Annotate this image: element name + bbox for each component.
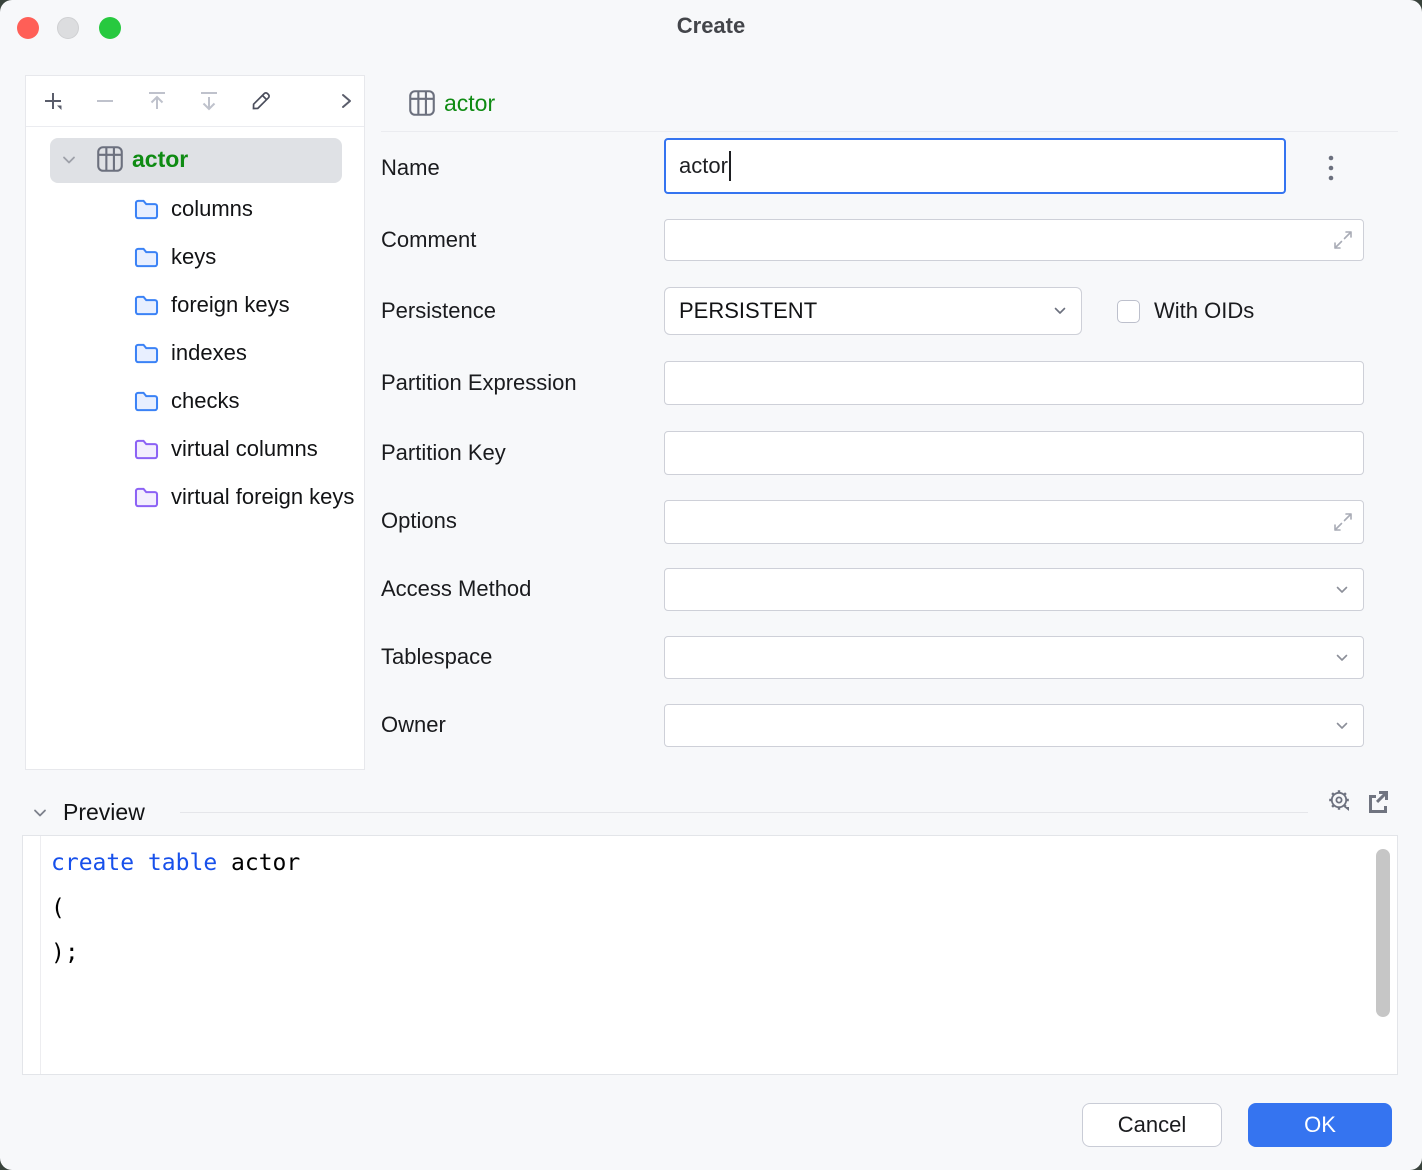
- tree-item-foreign-keys[interactable]: foreign keys: [133, 281, 290, 329]
- folder-icon: [136, 488, 157, 505]
- partition-key-input[interactable]: [664, 431, 1364, 475]
- expand-field-icon[interactable]: [1331, 510, 1355, 534]
- folder-icon: [136, 200, 157, 217]
- chevron-down-icon: [1332, 580, 1352, 600]
- folder-icon: [136, 248, 157, 265]
- gear-icon[interactable]: [1326, 787, 1354, 815]
- ok-button[interactable]: OK: [1248, 1103, 1392, 1147]
- folder-icon: [136, 392, 157, 409]
- kebab-menu-icon[interactable]: [1319, 146, 1343, 190]
- chevron-right-icon[interactable]: [334, 89, 358, 113]
- persistence-select[interactable]: PERSISTENT: [664, 287, 1082, 335]
- access-method-select[interactable]: [664, 568, 1364, 611]
- tree-item-columns[interactable]: columns: [133, 185, 253, 233]
- tree-toolbar: [26, 76, 364, 127]
- title-bar: Create: [0, 0, 1422, 56]
- owner-select[interactable]: [664, 704, 1364, 747]
- tree-item-indexes[interactable]: indexes: [133, 329, 247, 377]
- sql-preview-code: create table actor();: [51, 841, 300, 976]
- add-icon[interactable]: [41, 89, 65, 113]
- comment-label: Comment: [381, 227, 476, 253]
- create-dialog: Create: [0, 0, 1422, 1170]
- tree-item-label: indexes: [171, 340, 247, 366]
- tree-item-virtual-foreign-keys[interactable]: virtual foreign keys: [133, 473, 354, 521]
- window-title: Create: [0, 13, 1422, 39]
- cancel-button[interactable]: Cancel: [1082, 1103, 1222, 1147]
- table-icon: [408, 89, 436, 117]
- owner-label: Owner: [381, 712, 446, 738]
- folder-icon: [136, 296, 157, 313]
- partition-expression-input[interactable]: [664, 361, 1364, 405]
- access-method-label: Access Method: [381, 576, 531, 602]
- editor-gutter: [23, 836, 41, 1074]
- object-tree-panel: actor columns keys foreign keys indexes …: [25, 75, 365, 770]
- with-oids-label[interactable]: With OIDs: [1154, 298, 1254, 324]
- preview-scrollbar[interactable]: [1376, 849, 1390, 1017]
- remove-icon[interactable]: [93, 89, 117, 113]
- preview-collapse-chevron-icon[interactable]: [30, 803, 50, 823]
- text-caret: [729, 151, 731, 181]
- tree-item-label: foreign keys: [171, 292, 290, 318]
- name-label: Name: [381, 155, 440, 181]
- chevron-down-icon[interactable]: [59, 150, 79, 170]
- tree-item-label: keys: [171, 244, 216, 270]
- tree-item-label: virtual foreign keys: [171, 484, 354, 510]
- tree-row-actor[interactable]: [50, 138, 342, 183]
- chevron-down-icon: [1332, 716, 1352, 736]
- options-input[interactable]: [664, 500, 1364, 544]
- tree-item-keys[interactable]: keys: [133, 233, 216, 281]
- detail-header-table-name: actor: [444, 90, 495, 117]
- tree-item-virtual-columns[interactable]: virtual columns: [133, 425, 318, 473]
- options-label: Options: [381, 508, 457, 534]
- move-down-icon[interactable]: [197, 89, 221, 113]
- folder-icon: [136, 440, 157, 457]
- with-oids-checkbox[interactable]: [1117, 300, 1140, 323]
- partition-expression-label: Partition Expression: [381, 370, 577, 396]
- open-in-window-icon[interactable]: [1365, 788, 1391, 814]
- name-input[interactable]: actor: [664, 138, 1286, 194]
- tree-item-label: columns: [171, 196, 253, 222]
- tree-item-label: virtual columns: [171, 436, 318, 462]
- folder-icon: [136, 344, 157, 361]
- tree-item-checks[interactable]: checks: [133, 377, 239, 425]
- tree-item-label: checks: [171, 388, 239, 414]
- tablespace-select[interactable]: [664, 636, 1364, 679]
- edit-icon[interactable]: [249, 89, 273, 113]
- persistence-value: PERSISTENT: [679, 298, 817, 324]
- persistence-label: Persistence: [381, 298, 496, 324]
- partition-key-label: Partition Key: [381, 440, 506, 466]
- chevron-down-icon: [1332, 648, 1352, 668]
- preview-title[interactable]: Preview: [63, 799, 145, 826]
- chevron-down-icon: [1050, 301, 1070, 321]
- tree-root-label[interactable]: actor: [132, 146, 188, 173]
- header-separator: [381, 131, 1398, 132]
- table-icon: [96, 145, 124, 173]
- move-up-icon[interactable]: [145, 89, 169, 113]
- comment-input[interactable]: [664, 219, 1364, 261]
- tablespace-label: Tablespace: [381, 644, 492, 670]
- sql-preview-editor[interactable]: create table actor();: [22, 835, 1398, 1075]
- preview-divider: [180, 812, 1308, 813]
- expand-field-icon[interactable]: [1331, 228, 1355, 252]
